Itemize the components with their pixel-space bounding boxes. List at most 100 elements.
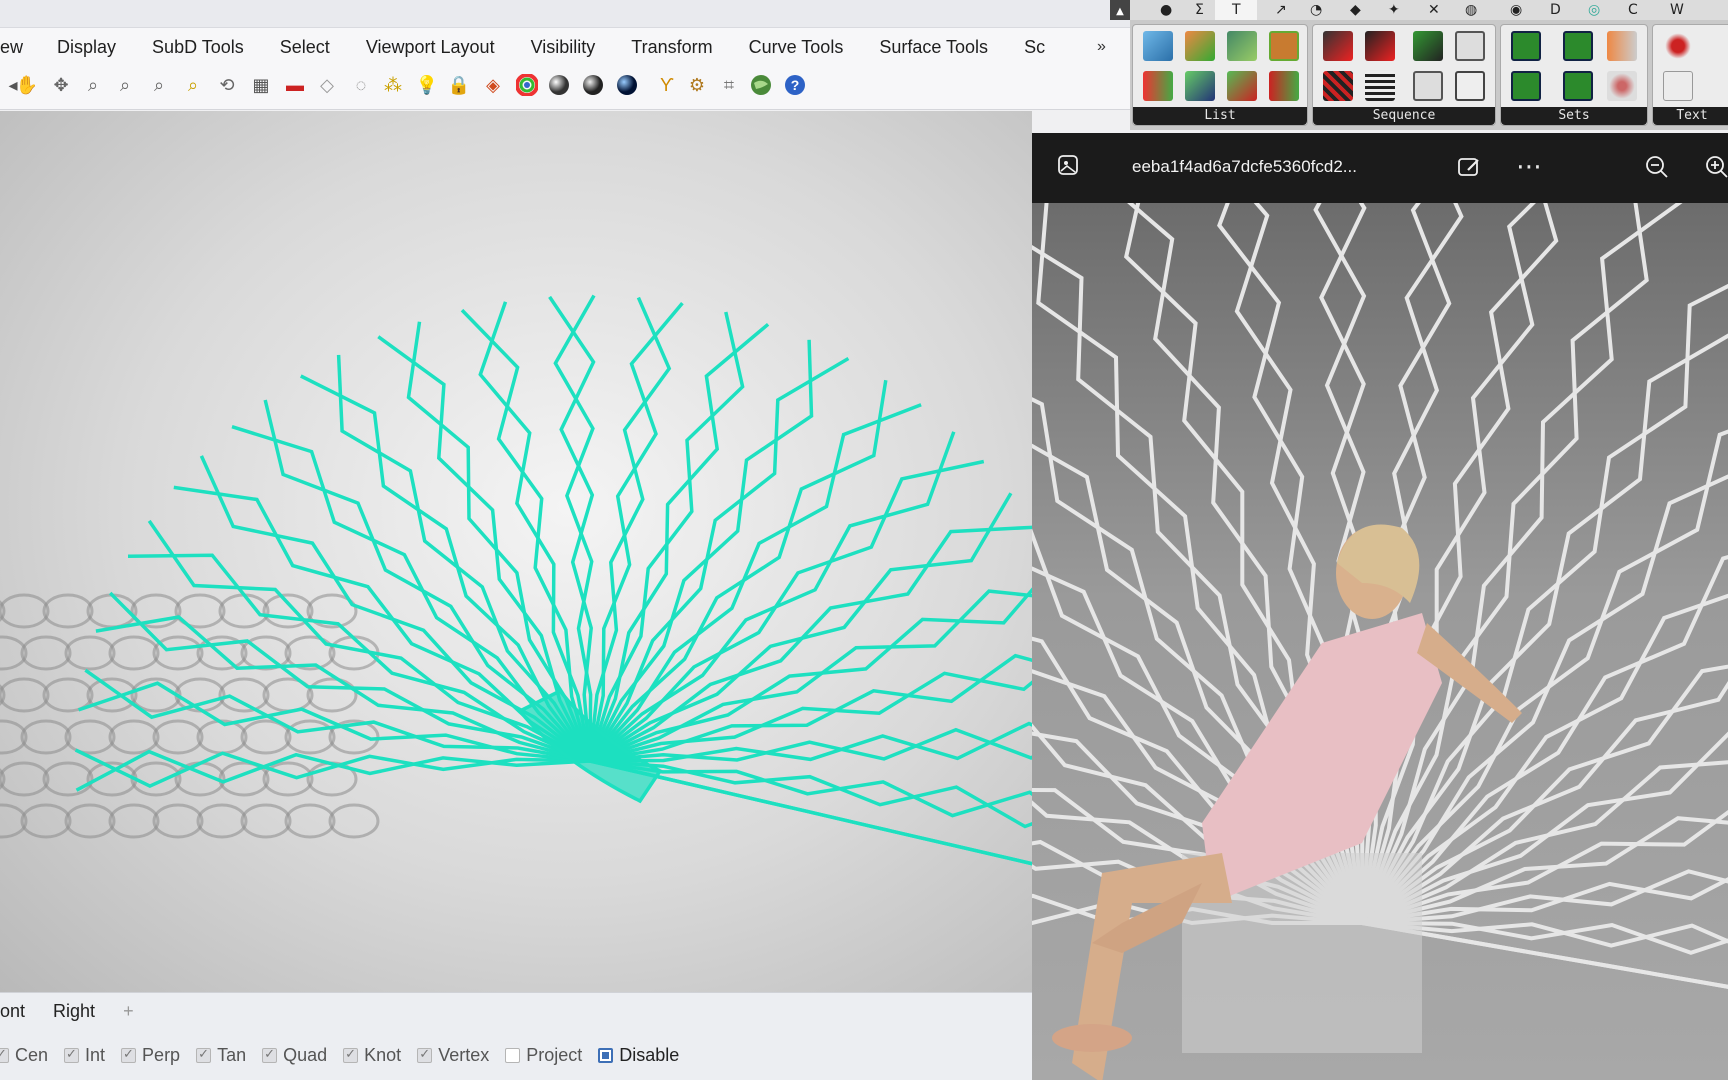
checkbox-icon[interactable] [598,1047,614,1063]
tab-right[interactable]: Right [53,1001,95,1022]
checkbox-icon[interactable] [121,1046,137,1063]
light-icon[interactable]: ϒ [654,72,680,98]
shaded-sphere-icon[interactable] [546,72,572,98]
globe-icon[interactable] [748,72,774,98]
osnap-cen[interactable]: Cen [0,1045,48,1066]
char-sequence-icon[interactable] [1455,71,1485,101]
rendered-sphere-icon[interactable] [580,72,606,98]
checkbox-icon[interactable] [64,1046,80,1063]
osnap-perp[interactable]: Perp [121,1045,180,1066]
text-case-ab-icon[interactable] [1663,71,1693,101]
menu-display[interactable]: Display [57,37,116,58]
list-item-icon[interactable] [1143,31,1173,61]
set-equal-icon[interactable] [1563,71,1593,101]
osnap-bar: Cen Int Perp Tan Quad Knot Vertex Projec… [0,1030,1032,1080]
menu-sc-truncated[interactable]: Sc [1024,37,1045,58]
viewport-tabs: ont Right + [0,992,1032,1030]
gh-group-list: List [1132,24,1308,126]
svg-text:✕: ✕ [1428,2,1440,18]
list-length-icon[interactable] [1185,31,1215,61]
text-split-icon[interactable] [1663,31,1693,61]
shift-list-icon[interactable] [1269,71,1299,101]
osnap-vertex[interactable]: Vertex [417,1045,489,1066]
svg-text:✦: ✦ [1388,2,1400,18]
series-lines-icon[interactable] [1365,71,1395,101]
cplane-icon[interactable]: ▬ [282,72,308,98]
edit-image-icon[interactable] [1456,154,1482,186]
svg-text:W: W [1670,2,1684,18]
viewer-filename: eeba1f4ad6a7dcfe5360fcd2... [1132,157,1357,176]
insert-items-icon[interactable] [1143,71,1173,101]
perspective-viewport[interactable] [0,111,1032,992]
checkbox-icon[interactable] [196,1046,212,1063]
osnap-tan[interactable]: Tan [196,1045,246,1066]
series-icon[interactable] [1413,31,1443,61]
osnap-int[interactable]: Int [64,1045,105,1066]
rotate-view-icon[interactable]: ⟲ [214,72,240,98]
zoom-out-icon[interactable] [1644,154,1670,186]
list-grid-icon[interactable] [1269,31,1299,61]
viewer-toolbar: eeba1f4ad6a7dcfe5360fcd2... ⋯ [1032,133,1728,203]
svg-text:Σ: Σ [1195,2,1204,18]
checkbox-icon[interactable] [0,1046,9,1063]
menu-subd-tools[interactable]: SubD Tools [152,37,244,58]
dimension-icon[interactable]: ⌗ [716,72,742,98]
light-bulb-icon[interactable]: 💡 [414,72,440,98]
zoom-icon[interactable]: ⌕ [80,72,106,98]
lock-icon[interactable]: 🔒 [446,72,472,98]
more-options-icon[interactable]: ⋯ [1516,151,1542,182]
menu-select[interactable]: Select [280,37,330,58]
zoom-selected-icon[interactable]: ⌕ [180,72,206,98]
menu-transform[interactable]: Transform [631,37,712,58]
osnap-project[interactable]: Project [505,1045,582,1066]
menu-view[interactable]: ew [0,37,23,58]
osnap-knot[interactable]: Knot [343,1045,401,1066]
duplicate-data-icon[interactable] [1455,31,1485,61]
random-reduce-icon[interactable] [1323,71,1353,101]
layer-icon[interactable]: ◈ [480,72,506,98]
checkbox-icon[interactable] [505,1047,521,1063]
osnap-quad[interactable]: Quad [262,1045,327,1066]
checkbox-icon[interactable] [417,1046,433,1063]
menu-overflow-chevron-icon[interactable]: » [1097,38,1106,56]
cull-index-icon[interactable] [1323,31,1353,61]
set-view-icon[interactable]: ◇ [314,72,340,98]
set-subset-icon[interactable] [1511,71,1541,101]
svg-text:◆: ◆ [1350,2,1361,18]
checkbox-icon[interactable] [343,1046,359,1063]
zoom-in-icon[interactable] [1704,154,1728,186]
osnap-disable[interactable]: Disable [598,1045,679,1066]
menu-surface-tools[interactable]: Surface Tools [879,37,988,58]
lattice-chair-model [0,294,1032,866]
options-gear-icon[interactable]: ⚙ [684,72,710,98]
menu-visibility[interactable]: Visibility [531,37,596,58]
set-union-icon[interactable] [1511,31,1541,61]
zoom-window-icon[interactable]: ⌕ [112,72,138,98]
color-wheel-icon[interactable] [514,72,540,98]
svg-text:↗: ↗ [1275,2,1287,18]
range-icon[interactable] [1413,71,1443,101]
photo-lattice-chair-with-person [1032,203,1728,1080]
gallery-image-icon[interactable] [1056,153,1080,183]
set-scatter-icon[interactable] [1607,71,1637,101]
cull-pattern-icon[interactable] [1365,31,1395,61]
reverse-list-icon[interactable] [1227,71,1257,101]
render-sphere-blue-icon[interactable] [614,72,640,98]
sort-az-icon[interactable] [1185,71,1215,101]
checkbox-icon[interactable] [262,1046,278,1063]
set-difference-icon[interactable] [1563,31,1593,61]
grasshopper-tab-strip: ▲ ● Σ T ↗ ◔ ◆ ✦ ✕ ◍ ◉ D ◎ C W [1110,0,1728,20]
help-icon[interactable]: ? [782,72,808,98]
zoom-extents-icon[interactable]: ⌕ [146,72,172,98]
menu-viewport-layout[interactable]: Viewport Layout [366,37,495,58]
menu-curve-tools[interactable]: Curve Tools [749,37,844,58]
circle-osnap-icon[interactable]: ◌ [348,72,374,98]
four-viewports-icon[interactable]: ▦ [248,72,274,98]
sort-list-icon[interactable] [1227,31,1257,61]
set-members-icon[interactable] [1607,31,1637,61]
snap-points-icon[interactable]: ⁂ [380,72,406,98]
pan-hand-icon[interactable]: ✋ [14,72,40,98]
tab-front[interactable]: ont [0,1001,25,1022]
add-viewport-tab-icon[interactable]: + [123,1001,134,1022]
move-cross-icon[interactable]: ✥ [48,72,74,98]
